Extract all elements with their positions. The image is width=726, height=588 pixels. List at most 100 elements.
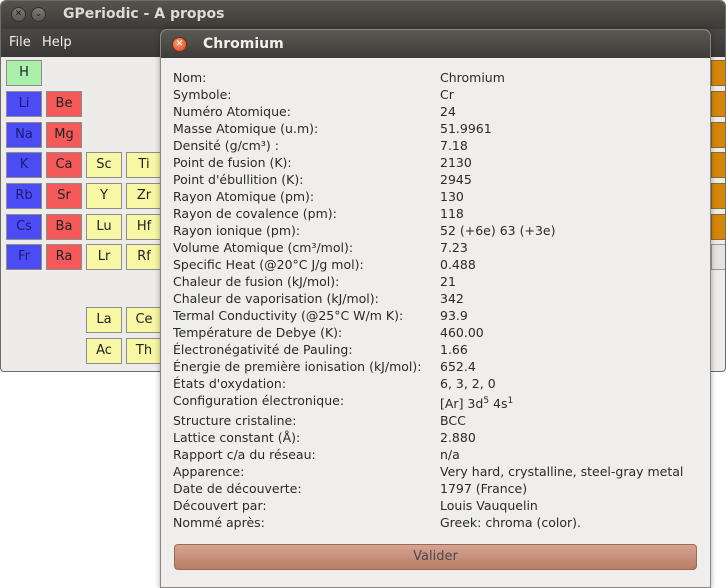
property-value: Louis Vauquelin (440, 498, 538, 513)
main-titlebar: ✕ ⌄ GPeriodic - A propos (1, 1, 725, 29)
window-title: GPeriodic - A propos (63, 6, 225, 22)
property-value: 1.66 (440, 342, 468, 357)
property-label: Rayon de covalence (pm): (173, 206, 337, 221)
property-label: Point d'ébullition (K): (173, 172, 304, 187)
element-ra[interactable]: Ra (46, 244, 82, 270)
valider-button[interactable]: Valider (174, 544, 697, 570)
element-cs[interactable]: Cs (6, 214, 42, 240)
element-edge[interactable] (711, 60, 725, 86)
element-ti[interactable]: Ti (126, 152, 162, 178)
property-label: Structure cristaline: (173, 413, 297, 428)
property-label: Specific Heat (@20°C J/g mol): (173, 257, 364, 272)
config-part: 4s (489, 396, 508, 411)
property-value: 342 (440, 291, 464, 306)
property-label: Lattice constant (Å): (173, 430, 301, 445)
property-value: 460.00 (440, 325, 484, 340)
element-lu[interactable]: Lu (86, 214, 122, 240)
property-value: BCC (440, 413, 466, 428)
property-value: 118 (440, 206, 464, 221)
element-sr[interactable]: Sr (46, 183, 82, 209)
element-be[interactable]: Be (46, 91, 82, 117)
element-edge[interactable] (711, 214, 725, 240)
property-value: 2945 (440, 172, 472, 187)
property-label: Électronégativité de Pauling: (173, 342, 353, 357)
config-part: 1 (507, 396, 514, 406)
menu-file[interactable]: File (9, 35, 31, 50)
element-lr[interactable]: Lr (86, 244, 122, 270)
property-value: Greek: chroma (color). (440, 515, 581, 530)
property-label: Apparence: (173, 464, 245, 479)
element-info-dialog: ✕ Chromium Nom: Chromium Symbole: Cr Numéro … (160, 29, 711, 588)
element-rb[interactable]: Rb (6, 183, 42, 209)
property-value: 6, 3, 2, 0 (440, 376, 496, 391)
element-na[interactable]: Na (6, 122, 42, 148)
element-k[interactable]: K (6, 152, 42, 178)
element-hf[interactable]: Hf (126, 214, 162, 240)
property-value: 652.4 (440, 359, 476, 374)
property-value: 24 (440, 104, 456, 119)
element-fr[interactable]: Fr (6, 244, 42, 270)
property-value: 1797 (France) (440, 481, 528, 496)
property-label: Chaleur de fusion (kJ/mol): (173, 274, 340, 289)
element-h[interactable]: H (6, 60, 42, 86)
property-label: Énergie de première ionisation (kJ/mol): (173, 359, 422, 374)
property-label: États d'oxydation: (173, 376, 287, 391)
property-label: Nom: (173, 70, 207, 85)
element-edge[interactable] (711, 244, 725, 270)
element-edge[interactable] (711, 152, 725, 178)
property-value: Chromium (440, 70, 505, 85)
minimize-icon[interactable]: ⌄ (31, 7, 46, 22)
element-y[interactable]: Y (86, 183, 122, 209)
property-value: n/a (440, 447, 460, 462)
element-li[interactable]: Li (6, 91, 42, 117)
element-sc[interactable]: Sc (86, 152, 122, 178)
property-label: Nommé après: (173, 515, 265, 530)
element-ca[interactable]: Ca (46, 152, 82, 178)
property-value: 0.488 (440, 257, 476, 272)
property-value: 2.880 (440, 430, 476, 445)
element-mg[interactable]: Mg (46, 122, 82, 148)
property-label: Symbole: (173, 87, 232, 102)
property-label: Découvert par: (173, 498, 267, 513)
element-ce[interactable]: Ce (126, 307, 162, 333)
property-label: Rapport c/a du réseau: (173, 447, 316, 462)
property-label: Numéro Atomique: (173, 104, 291, 119)
element-zr[interactable]: Zr (126, 183, 162, 209)
property-label: Configuration électronique: (173, 393, 345, 408)
property-value: 21 (440, 274, 456, 289)
element-ba[interactable]: Ba (46, 214, 82, 240)
property-value: Cr (440, 87, 454, 102)
property-value: 7.23 (440, 240, 468, 255)
property-value: 2130 (440, 155, 472, 170)
property-value: [Ar] 3d5 4s1 (440, 396, 513, 411)
property-value: Very hard, crystalline, steel-gray metal (440, 464, 684, 479)
property-label: Point de fusion (K): (173, 155, 292, 170)
property-label: Rayon Atomique (pm): (173, 189, 315, 204)
element-la[interactable]: La (86, 307, 122, 333)
property-value: 7.18 (440, 138, 468, 153)
element-rf[interactable]: Rf (126, 244, 162, 270)
element-ac[interactable]: Ac (86, 338, 122, 364)
config-part: [Ar] 3d (440, 396, 484, 411)
property-label: Masse Atomique (u.m): (173, 121, 319, 136)
property-label: Volume Atomique (cm³/mol): (173, 240, 354, 255)
element-edge[interactable] (711, 91, 725, 117)
close-icon[interactable]: ✕ (172, 37, 187, 52)
menu-help[interactable]: Help (42, 35, 72, 50)
element-edge[interactable] (711, 183, 725, 209)
property-label: Rayon ionique (pm): (173, 223, 301, 238)
dialog-title: Chromium (203, 36, 284, 52)
property-value: 51.9961 (440, 121, 492, 136)
property-value: 52 (+6e) 63 (+3e) (440, 223, 556, 238)
element-th[interactable]: Th (126, 338, 162, 364)
property-label: Date de découverte: (173, 481, 302, 496)
property-label: Chaleur de vaporisation (kJ/mol): (173, 291, 379, 306)
element-edge[interactable] (711, 122, 725, 148)
property-value: 130 (440, 189, 464, 204)
property-label: Termal Conductivity (@25°C W/m K): (173, 308, 404, 323)
close-icon[interactable]: ✕ (11, 7, 26, 22)
dialog-titlebar: ✕ Chromium (161, 30, 710, 58)
property-label: Densité (g/cm³) : (173, 138, 279, 153)
property-label: Température de Debye (K): (173, 325, 343, 340)
property-value: 93.9 (440, 308, 468, 323)
